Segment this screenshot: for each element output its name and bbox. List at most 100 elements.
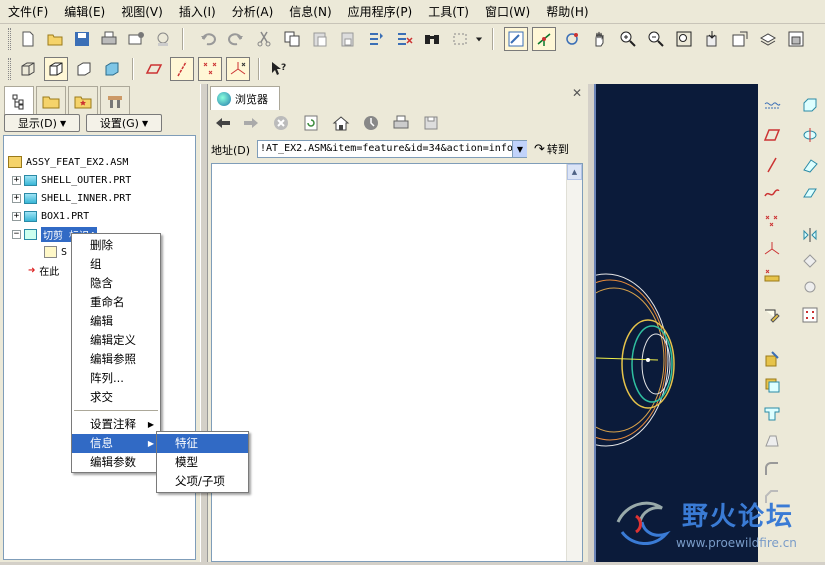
menu-window[interactable]: 窗口(W)	[477, 2, 538, 22]
round-icon[interactable]	[760, 458, 784, 480]
menu-applications[interactable]: 应用程序(P)	[340, 2, 421, 22]
menu-edit[interactable]: 编辑(E)	[56, 2, 113, 22]
refit-icon[interactable]	[672, 27, 696, 51]
vertical-scrollbar[interactable]: ▲	[566, 164, 582, 561]
folder-browser-tab[interactable]	[36, 86, 66, 114]
selection-box-icon[interactable]	[448, 27, 472, 51]
menu-insert[interactable]: 插入(I)	[171, 2, 224, 22]
regen-manager-icon[interactable]	[392, 27, 416, 51]
connections-tab[interactable]	[100, 86, 130, 114]
no-hidden-icon[interactable]	[72, 57, 96, 81]
wireframe-icon[interactable]	[16, 57, 40, 81]
expand-icon[interactable]: +	[12, 211, 21, 221]
expand-icon[interactable]: +	[12, 193, 21, 203]
datum-axes-icon[interactable]	[170, 57, 194, 81]
tree-item[interactable]: + BOX1.PRT	[12, 207, 89, 225]
chevron-down-icon[interactable]: ▼	[512, 141, 527, 157]
trim-icon[interactable]	[798, 276, 822, 298]
open-folder-icon[interactable]	[43, 27, 67, 51]
saved-views-icon[interactable]	[728, 27, 752, 51]
menu-item-intersect[interactable]: 求交	[72, 388, 160, 407]
coordinate-system-icon[interactable]	[760, 238, 784, 260]
menu-analysis[interactable]: 分析(A)	[224, 2, 282, 22]
spin-center-icon[interactable]	[532, 27, 556, 51]
paste-icon[interactable]	[308, 27, 332, 51]
hand-pan-icon[interactable]	[588, 27, 612, 51]
sketch-curve-icon[interactable]	[760, 182, 784, 204]
toolbar-grip[interactable]	[8, 28, 11, 50]
address-input[interactable]: !AT_EX2.ASM&item=feature&id=34&action=in…	[257, 140, 527, 158]
menu-item-edit-references[interactable]: 编辑参照	[72, 350, 160, 369]
datum-point-icon[interactable]	[760, 210, 784, 232]
browser-content[interactable]: ▲	[211, 163, 583, 562]
save-icon[interactable]	[420, 112, 442, 134]
datum-plane-icon[interactable]	[760, 124, 784, 146]
home-icon[interactable]	[330, 112, 352, 134]
datum-axis-icon[interactable]	[760, 154, 784, 176]
close-icon[interactable]: ✕	[572, 86, 582, 100]
stop-icon[interactable]	[270, 112, 292, 134]
print-icon[interactable]	[390, 112, 412, 134]
tree-item[interactable]: + SHELL_OUTER.PRT	[12, 171, 131, 189]
datum-curve-icon[interactable]	[760, 94, 784, 116]
toolbar-grip[interactable]	[8, 58, 11, 80]
menu-item-suppress[interactable]: 隐含	[72, 274, 160, 293]
menu-item-edit-definition[interactable]: 编辑定义	[72, 331, 160, 350]
repaint-icon[interactable]	[504, 27, 528, 51]
submenu-item-feature[interactable]: 特征	[157, 434, 248, 453]
menu-view[interactable]: 视图(V)	[113, 2, 171, 22]
extrude-icon[interactable]	[798, 94, 822, 116]
forward-icon[interactable]	[240, 112, 262, 134]
zoom-in-icon[interactable]	[616, 27, 640, 51]
pattern-icon[interactable]	[798, 304, 822, 326]
shell-icon[interactable]	[760, 374, 784, 396]
menu-item-group[interactable]: 组	[72, 255, 160, 274]
show-dropdown-button[interactable]: 显示(D) ▼	[4, 114, 80, 132]
regenerate-icon[interactable]	[364, 27, 388, 51]
context-help-icon[interactable]: ?	[266, 57, 290, 81]
layers-icon[interactable]	[756, 27, 780, 51]
view-manager-icon[interactable]	[784, 27, 808, 51]
back-icon[interactable]	[212, 112, 234, 134]
datum-planes-icon[interactable]	[142, 57, 166, 81]
menu-item-delete[interactable]: 删除	[72, 236, 160, 255]
history-icon[interactable]	[360, 112, 382, 134]
binoculars-icon[interactable]	[420, 27, 444, 51]
menu-item-rename[interactable]: 重命名	[72, 293, 160, 312]
print-icon[interactable]	[97, 27, 121, 51]
menu-item-edit[interactable]: 编辑	[72, 312, 160, 331]
tree-root[interactable]: ASSY_FEAT_EX2.ASM	[8, 153, 128, 171]
reorient-icon[interactable]	[700, 27, 724, 51]
cut-icon[interactable]	[252, 27, 276, 51]
undo-icon[interactable]	[196, 27, 220, 51]
insert-here[interactable]: ➜ 在此	[28, 261, 59, 279]
revolve-icon[interactable]	[798, 124, 822, 146]
menu-file[interactable]: 文件(F)	[0, 2, 56, 22]
model-tree-tab[interactable]	[4, 86, 34, 116]
chevron-down-icon[interactable]	[472, 27, 486, 51]
menu-info[interactable]: 信息(N)	[281, 2, 339, 22]
submenu-item-parent-child[interactable]: 父项/子项	[157, 472, 248, 491]
refresh-icon[interactable]	[300, 112, 322, 134]
new-file-icon[interactable]	[16, 27, 40, 51]
send-mail-icon[interactable]	[124, 27, 148, 51]
orient-mode-icon[interactable]	[560, 27, 584, 51]
copy-icon[interactable]	[280, 27, 304, 51]
analysis-feature-icon[interactable]	[760, 264, 784, 286]
favorites-tab[interactable]	[68, 86, 98, 114]
preview-icon[interactable]	[151, 27, 175, 51]
sketch-tool-icon[interactable]	[760, 304, 784, 326]
collapse-icon[interactable]: −	[12, 229, 21, 239]
hole-icon[interactable]	[760, 348, 784, 370]
tree-child[interactable]: S	[44, 243, 67, 261]
expand-icon[interactable]: +	[12, 175, 21, 185]
menu-tools[interactable]: 工具(T)	[420, 2, 477, 22]
menu-item-set-note[interactable]: 设置注释 ▶	[72, 415, 160, 434]
graphics-window[interactable]	[543, 84, 758, 562]
go-button[interactable]: ↷ 转到	[534, 140, 582, 158]
save-icon[interactable]	[70, 27, 94, 51]
submenu-item-model[interactable]: 模型	[157, 453, 248, 472]
blend-icon[interactable]	[798, 182, 822, 204]
zoom-out-icon[interactable]	[644, 27, 668, 51]
redo-icon[interactable]	[224, 27, 248, 51]
